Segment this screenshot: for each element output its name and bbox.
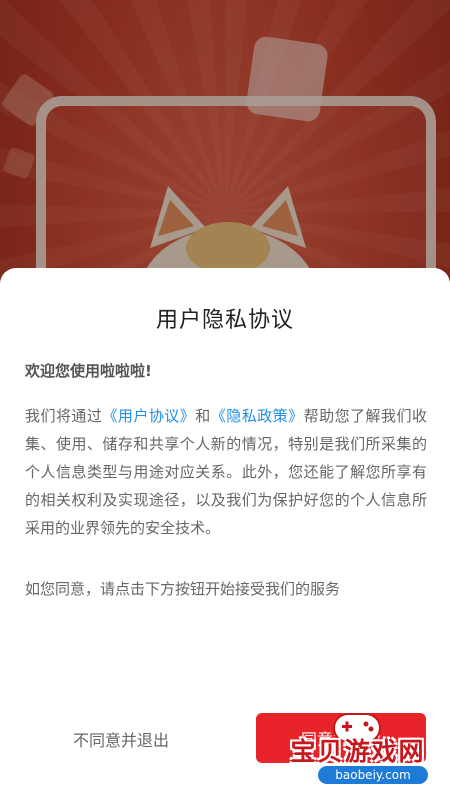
agreement-body: 我们将通过《用户协议》和《隐私政策》帮助您了解我们收集、使用、储存和共享个人新的…: [25, 402, 427, 542]
user-agreement-link[interactable]: 《用户协议》: [102, 407, 195, 425]
dialog-title: 用户隐私协议: [155, 308, 294, 333]
disagree-exit-button[interactable]: 不同意并退出: [26, 714, 216, 764]
body-text-part1: 我们将通过: [25, 407, 103, 425]
body-text-and: 和: [195, 407, 211, 425]
consent-text: 如您同意，请点击下方按钮开始接受我们的服务: [25, 580, 341, 598]
site-watermark: 宝贝游戏网 baobeiy.com: [268, 704, 448, 790]
privacy-policy-link[interactable]: 《隐私政策》: [211, 407, 304, 425]
watermark-url: baobeiy.com: [318, 766, 428, 784]
body-text-part2: 帮助您了解我们收集、使用、储存和共享个人新的情况，特别是我们所采集的个人信息类型…: [25, 407, 427, 537]
welcome-text: 欢迎您使用啦啦啦!: [25, 362, 152, 380]
watermark-title: 宝贝游戏网: [290, 737, 426, 766]
